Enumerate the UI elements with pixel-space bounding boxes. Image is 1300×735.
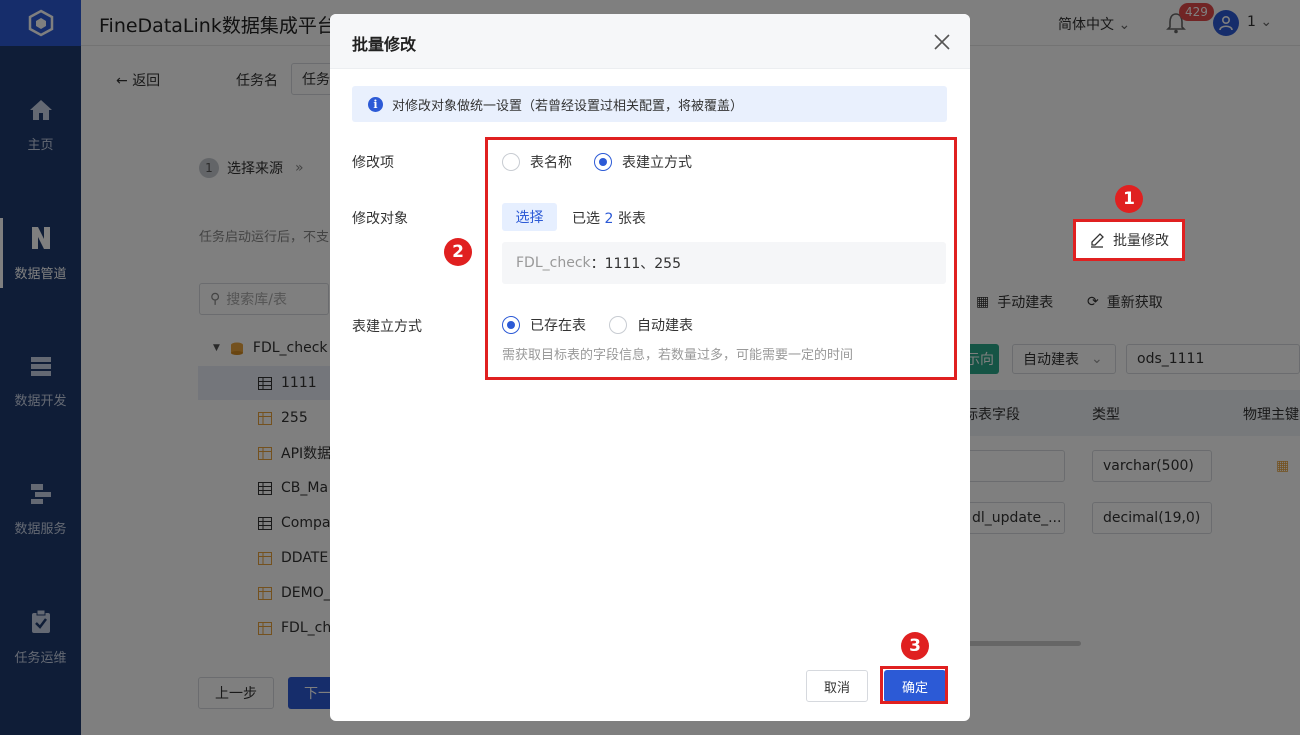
info-icon: i xyxy=(368,96,383,112)
dialog-title: 批量修改 xyxy=(352,35,417,54)
highlight-box-1 xyxy=(1073,219,1185,261)
batch-edit-dialog: 批量修改 i 对修改对象做统一设置（若曾经设置过相关配置，将被覆盖） 修改项 表… xyxy=(330,14,970,721)
info-banner: i 对修改对象做统一设置（若曾经设置过相关配置，将被覆盖） xyxy=(352,86,947,122)
step-marker-3: 3 xyxy=(901,632,929,660)
step-marker-2: 2 xyxy=(444,238,472,266)
highlight-box-3 xyxy=(880,666,948,704)
modify-target-label: 修改对象 xyxy=(352,211,408,227)
info-text: 对修改对象做统一设置（若曾经设置过相关配置，将被覆盖） xyxy=(392,98,744,114)
step-marker-1: 1 xyxy=(1115,185,1143,213)
dialog-header: 批量修改 xyxy=(330,14,970,69)
modify-item-label: 修改项 xyxy=(352,155,394,171)
highlight-box-2 xyxy=(485,137,957,380)
create-method-label: 表建立方式 xyxy=(352,319,422,335)
close-icon[interactable] xyxy=(931,31,953,53)
cancel-button[interactable]: 取消 xyxy=(806,670,868,702)
